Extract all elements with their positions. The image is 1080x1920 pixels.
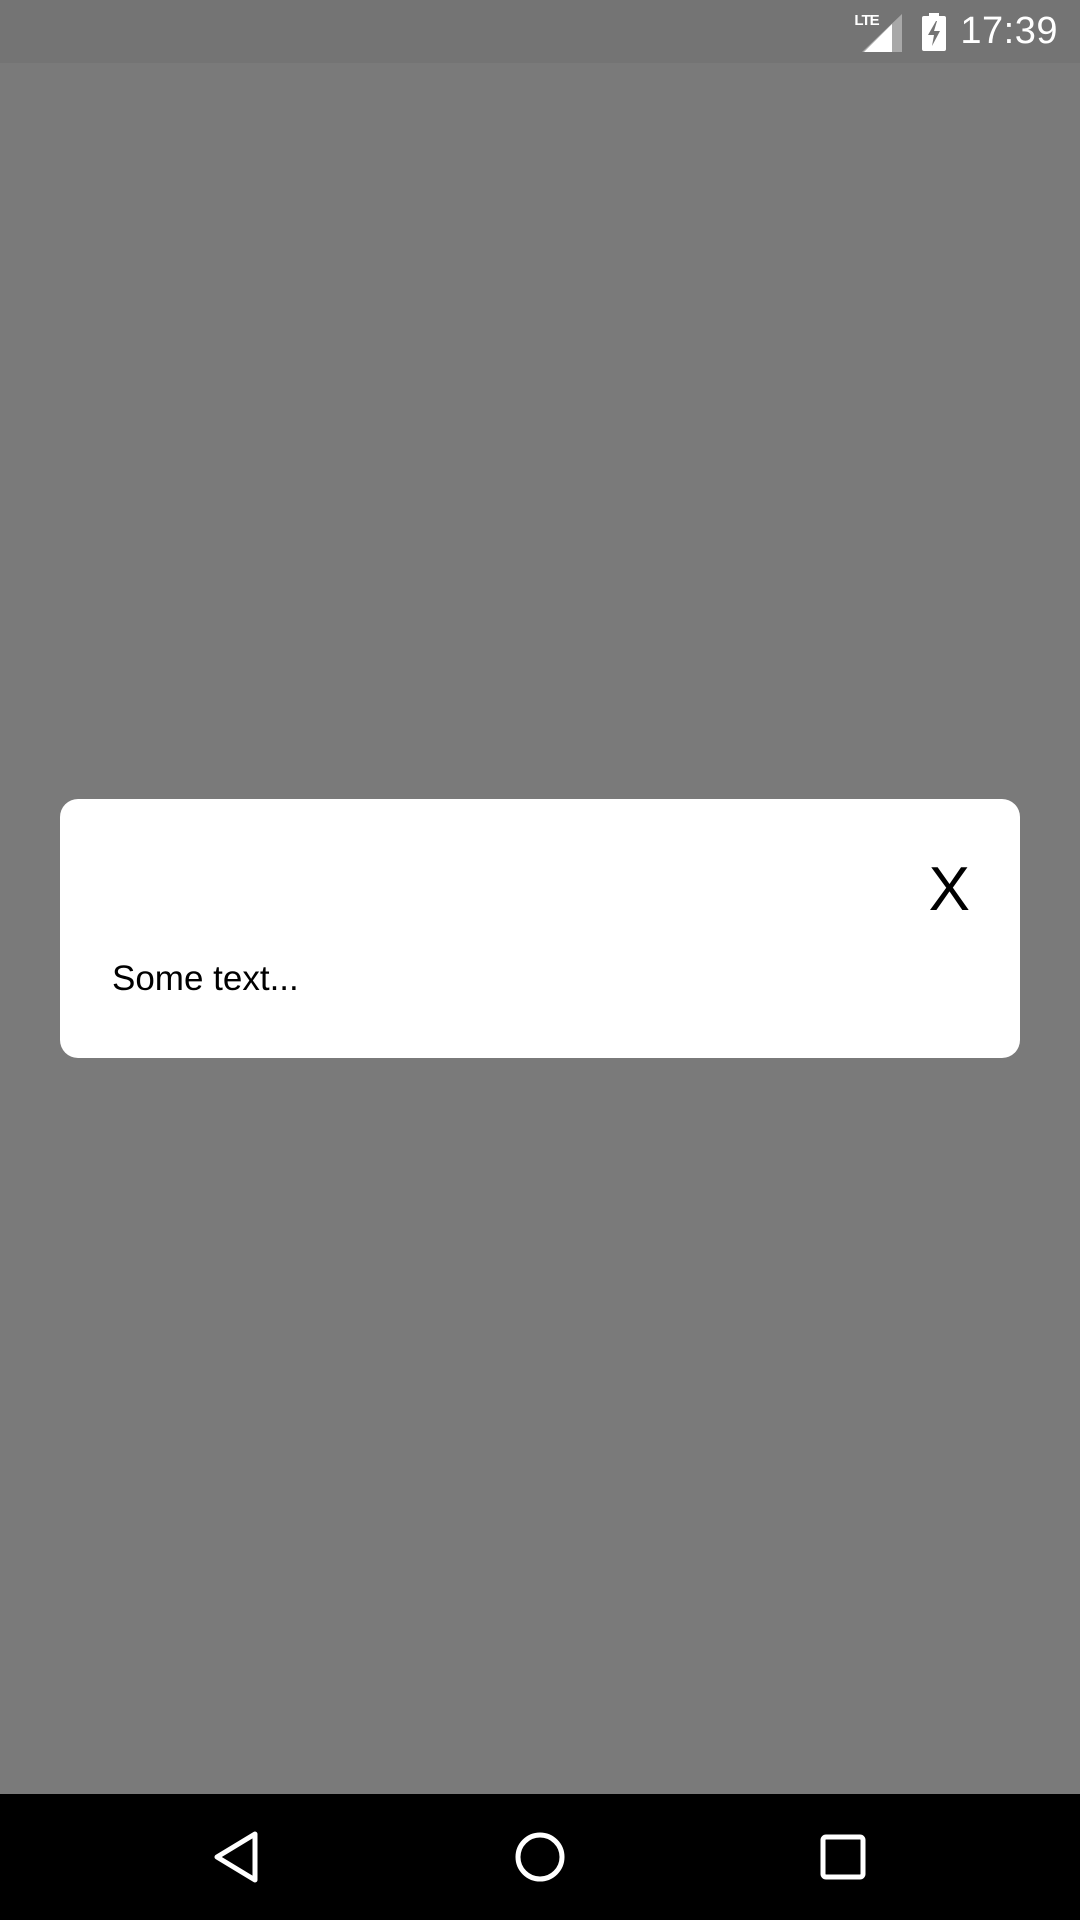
status-bar-right: LTE 17:39 bbox=[854, 0, 1058, 63]
status-clock: 17:39 bbox=[960, 10, 1058, 52]
back-icon bbox=[214, 1831, 258, 1883]
close-button[interactable]: X bbox=[929, 859, 970, 921]
dialog: X Some text... bbox=[60, 799, 1020, 1058]
battery-charging-icon bbox=[922, 12, 947, 51]
signal-strength-icon bbox=[862, 13, 903, 52]
home-icon bbox=[515, 1832, 565, 1882]
home-button[interactable] bbox=[450, 1794, 630, 1920]
dialog-body-text: Some text... bbox=[112, 959, 299, 998]
recents-button[interactable] bbox=[753, 1794, 933, 1920]
navigation-bar bbox=[0, 1794, 1080, 1920]
screen: LTE 17:39 X Some text... bbox=[0, 0, 1080, 1920]
lte-signal-icon: LTE bbox=[854, 12, 903, 52]
back-button[interactable] bbox=[146, 1794, 326, 1920]
status-bar: LTE 17:39 bbox=[0, 0, 1080, 63]
recents-icon bbox=[820, 1834, 866, 1880]
